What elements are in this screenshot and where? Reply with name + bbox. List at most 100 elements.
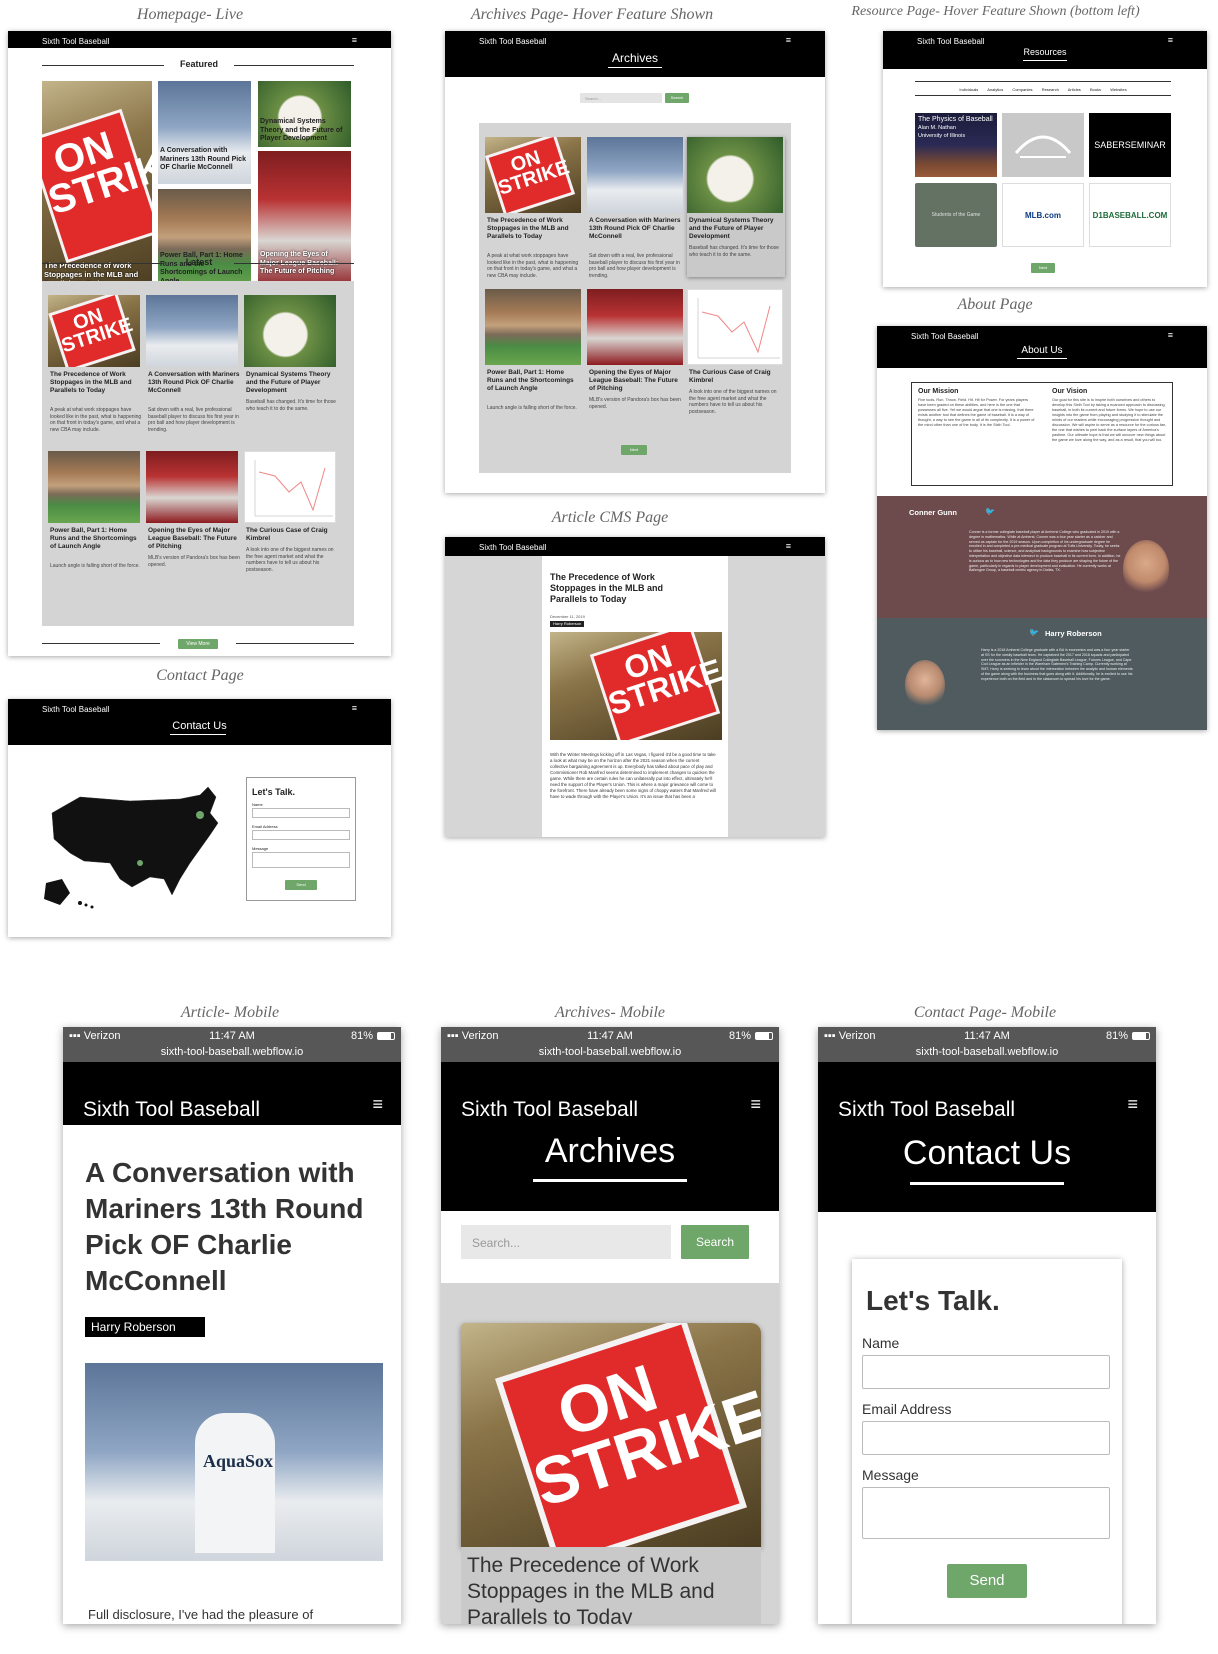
author-badge[interactable]: Harry Roberson <box>550 621 585 627</box>
site-brand[interactable]: Sixth Tool Baseball <box>479 37 546 46</box>
name-field[interactable] <box>252 808 350 818</box>
message-field[interactable] <box>252 852 350 868</box>
card-title: Dynamical Systems Theory and the Future … <box>246 371 331 394</box>
title-underline <box>533 1179 687 1182</box>
article-card[interactable]: Opening the Eyes of Major League Basebal… <box>587 289 683 449</box>
featured-card[interactable]: Opening the Eyes of Major League Basebal… <box>258 151 351 289</box>
mission-text: Five tools. Run. Throw. Field. Hit. Hit … <box>918 398 1035 427</box>
card-title[interactable]: The Precedence of Work Stoppages in the … <box>461 1547 761 1624</box>
menu-icon[interactable]: ≡ <box>786 35 791 45</box>
article-card[interactable]: A Conversation with Mariners 13th Round … <box>146 295 240 455</box>
divider <box>915 95 1171 96</box>
divider <box>234 263 354 264</box>
site-brand[interactable]: Sixth Tool Baseball <box>461 1098 638 1122</box>
tab-analytics-companies[interactable]: Analytics Companies <box>987 87 1032 92</box>
featured-card[interactable]: A Conversation with Mariners 13th Round … <box>158 81 251 184</box>
article-card[interactable]: ON STRIKE The Precedence of Work Stoppage… <box>485 137 581 297</box>
page-title: Resources <box>1023 47 1067 57</box>
latest-heading: Latest <box>185 257 213 267</box>
line-chart-icon <box>697 298 780 359</box>
twitter-icon[interactable]: 🐦 <box>1029 628 1039 637</box>
article-card[interactable]: A Conversation with Mariners 13th Round … <box>587 137 683 297</box>
archives-grid: ON STRIKE The Precedence of Work Stoppage… <box>441 1283 779 1624</box>
tab-research-articles[interactable]: Research Articles <box>1042 87 1081 92</box>
menu-icon[interactable]: ≡ <box>1127 1094 1138 1115</box>
menu-icon[interactable]: ≡ <box>1168 330 1173 340</box>
battery-percent: 81% <box>350 1030 373 1042</box>
tab-books[interactable]: Books <box>1090 87 1101 92</box>
author-badge[interactable]: Harry Roberson <box>85 1317 205 1337</box>
search-input[interactable]: Search... <box>461 1225 671 1259</box>
message-label: Message <box>862 1467 919 1483</box>
divider <box>42 263 164 264</box>
url-bar[interactable]: sixth-tool-baseball.webflow.io <box>63 1046 401 1058</box>
site-brand[interactable]: Sixth Tool Baseball <box>838 1098 1015 1122</box>
menu-icon[interactable]: ≡ <box>352 35 357 45</box>
battery-percent: 81% <box>728 1030 751 1042</box>
tab-individuals[interactable]: Individuals <box>959 87 978 92</box>
caption-about: About Page <box>957 296 1033 313</box>
menu-icon[interactable]: ≡ <box>786 541 791 551</box>
page-title: Contact Us <box>902 1134 1072 1172</box>
strike-image: ON STRIKE <box>485 137 581 213</box>
site-brand[interactable]: Sixth Tool Baseball <box>479 543 546 552</box>
send-button[interactable]: Send <box>285 880 317 890</box>
resource-tile-hovered[interactable]: Students of the Game <box>915 183 997 247</box>
search-button[interactable]: Search <box>681 1225 749 1259</box>
article-card[interactable]: ON STRIKE The Precedence of Work Stoppage… <box>48 295 142 455</box>
name-field[interactable] <box>862 1355 1110 1389</box>
site-brand[interactable]: Sixth Tool Baseball <box>911 332 978 341</box>
email-field[interactable] <box>862 1421 1110 1455</box>
resource-tile[interactable]: D1BASEBALL.COM <box>1089 183 1171 247</box>
page-title: Archives <box>544 1132 676 1170</box>
view-more-button[interactable]: View More <box>178 639 218 649</box>
card-title: The Curious Case of Craig Kimbrel <box>246 527 328 542</box>
menu-icon[interactable]: ≡ <box>1168 35 1173 45</box>
featured-card[interactable]: ON STRIKE The Precedence of Work Stoppage… <box>42 81 152 289</box>
resource-tile[interactable]: The Physics of Baseball Alan M. Nathan U… <box>915 113 997 177</box>
card-desc: Baseball has changed. It's time for thos… <box>689 245 779 258</box>
resource-tile[interactable] <box>1002 113 1084 177</box>
about-frame: Sixth Tool Baseball ≡ About Us Our Missi… <box>877 326 1207 730</box>
search-button[interactable]: Search <box>665 93 689 103</box>
menu-icon[interactable]: ≡ <box>750 1094 761 1115</box>
site-brand[interactable]: Sixth Tool Baseball <box>917 37 984 46</box>
article-card[interactable]: The Curious Case of Craig Kimbrel A look… <box>687 289 783 449</box>
navbar: Sixth Tool Baseball ≡ <box>63 1062 401 1125</box>
strike-image[interactable]: ON STRIKE <box>461 1323 761 1547</box>
twitter-icon[interactable]: 🐦 <box>985 507 995 516</box>
caption-resources: Resource Page- Hover Feature Shown (bott… <box>851 4 1140 19</box>
navbar: Sixth Tool Baseball ≡ Archives <box>445 31 825 77</box>
site-brand[interactable]: Sixth Tool Baseball <box>83 1098 260 1122</box>
featured-card[interactable]: Power Ball, Part 1: Home Runs and the Sh… <box>158 189 251 289</box>
article-card[interactable]: Dynamical Systems Theory and the Future … <box>244 295 338 455</box>
pitcher-image <box>146 451 238 523</box>
featured-card[interactable]: Dynamical Systems Theory and the Future … <box>258 81 351 147</box>
menu-icon[interactable]: ≡ <box>372 1094 383 1115</box>
site-brand[interactable]: Sixth Tool Baseball <box>42 705 109 714</box>
resource-tile[interactable]: MLB.com <box>1002 183 1084 247</box>
send-button[interactable]: Send <box>947 1564 1027 1598</box>
email-field[interactable] <box>252 830 350 840</box>
status-bar: ▪▪▪ Verizon 11:47 AM 81% sixth-tool-base… <box>818 1027 1156 1062</box>
next-button[interactable]: Next <box>1031 263 1055 273</box>
bio-harry: 🐦 Harry Roberson Harry is a 2018 Amherst… <box>877 618 1207 730</box>
navbar: Sixth Tool Baseball ≡ <box>8 31 391 48</box>
tab-websites[interactable]: Websites <box>1110 87 1126 92</box>
article-card[interactable]: The Curious Case of Craig Kimbrel A look… <box>244 451 338 611</box>
article-card[interactable]: Power Ball, Part 1: Home Runs and the Sh… <box>485 289 581 449</box>
contact-mobile-frame: ▪▪▪ Verizon 11:47 AM 81% sixth-tool-base… <box>818 1027 1156 1624</box>
menu-icon[interactable]: ≡ <box>352 703 357 713</box>
message-field[interactable] <box>862 1487 1110 1539</box>
search-input[interactable]: Search... <box>580 93 662 103</box>
article-card-hovered[interactable]: Dynamical Systems Theory and the Future … <box>687 137 785 277</box>
article-card[interactable]: Opening the Eyes of Major League Basebal… <box>146 451 240 611</box>
resource-tile[interactable]: SABERSEMINAR <box>1089 113 1171 177</box>
card-desc: A look into one of the biggest names on … <box>246 547 334 573</box>
article-card[interactable]: Power Ball, Part 1: Home Runs and the Sh… <box>48 451 142 611</box>
url-bar[interactable]: sixth-tool-baseball.webflow.io <box>441 1046 779 1058</box>
url-bar[interactable]: sixth-tool-baseball.webflow.io <box>818 1046 1156 1058</box>
message-label: Message <box>252 846 269 851</box>
next-button[interactable]: Next <box>621 445 647 455</box>
site-brand[interactable]: Sixth Tool Baseball <box>42 37 109 46</box>
